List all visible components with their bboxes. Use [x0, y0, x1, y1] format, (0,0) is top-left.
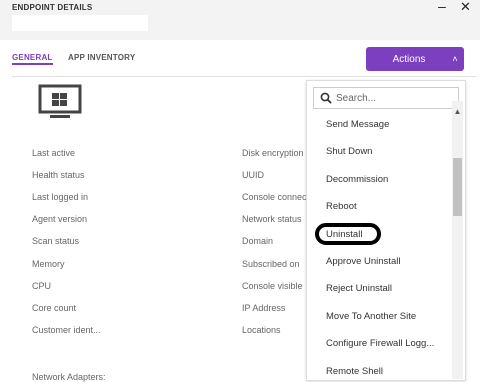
detail-label-last-active: Last active [32, 148, 76, 158]
menu-item-remote-shell[interactable]: Remote Shell [307, 358, 453, 380]
detail-label-agent-version: Agent version [32, 214, 88, 224]
tab-app-inventory[interactable]: APP INVENTORY [68, 53, 135, 62]
detail-label-disk-encryption: Disk encryption [242, 148, 304, 158]
highlight-ring [315, 222, 381, 245]
tab-divider [12, 76, 476, 77]
detail-label-subscribed-on: Subscribed on [242, 259, 300, 269]
detail-label-last-logged-in: Last logged in [32, 192, 89, 202]
menu-scrollbar[interactable]: ▲ [452, 101, 463, 379]
close-button[interactable]: ✕ [460, 0, 471, 14]
dialog-title: ENDPOINT DETAILS [12, 3, 93, 12]
menu-item-approve-uninstall[interactable]: Approve Uninstall [307, 248, 453, 275]
menu-item-reject-uninstall[interactable]: Reject Uninstall [307, 275, 453, 302]
actions-dropdown-menu: Send Message Shut Down Decommission Rebo… [306, 80, 466, 381]
actions-button[interactable]: Actions ˄ [366, 47, 464, 71]
detail-label-scan-status: Scan status [32, 236, 80, 246]
menu-item-decommission[interactable]: Decommission [307, 166, 453, 193]
detail-label-domain: Domain [242, 236, 274, 246]
scroll-up-icon[interactable]: ▲ [452, 107, 463, 116]
detail-label-locations: Locations [242, 325, 281, 335]
detail-label-ip-address: IP Address [242, 303, 286, 313]
menu-item-move-to-another-site[interactable]: Move To Another Site [307, 303, 453, 330]
endpoint-name-field [12, 15, 148, 31]
scrollbar-thumb[interactable] [453, 158, 462, 216]
dialog-header: ENDPOINT DETAILS – ✕ [0, 0, 480, 40]
minimize-button[interactable]: – [438, 0, 446, 13]
detail-label-console-visible: Console visible [242, 281, 303, 291]
network-adapters-label: Network Adapters: [32, 372, 106, 382]
detail-label-uuid: UUID [242, 170, 264, 180]
detail-label-customer-identifier: Customer ident... [32, 325, 101, 335]
detail-label-health-status: Health status [32, 170, 85, 180]
menu-item-reboot[interactable]: Reboot [307, 193, 453, 220]
menu-search-input[interactable] [336, 92, 446, 104]
menu-item-configure-firewall-logging[interactable]: Configure Firewall Logg... [307, 330, 453, 357]
menu-item-uninstall[interactable]: Uninstall [307, 221, 453, 248]
detail-label-core-count: Core count [32, 303, 77, 313]
detail-label-memory: Memory [32, 259, 65, 269]
menu-items-list: Send Message Shut Down Decommission Rebo… [307, 111, 453, 380]
chevron-up-icon: ˄ [452, 54, 458, 64]
detail-label-cpu: CPU [32, 281, 52, 291]
detail-label-network-status: Network status [242, 214, 302, 224]
menu-item-shut-down[interactable]: Shut Down [307, 138, 453, 165]
menu-item-send-message[interactable]: Send Message [307, 111, 453, 138]
actions-button-label: Actions [392, 53, 426, 65]
detail-label-console-connection: Console connec [242, 192, 307, 202]
windows-monitor-icon [38, 84, 82, 118]
menu-search-box [313, 87, 459, 109]
search-icon [320, 92, 332, 104]
tab-general[interactable]: GENERAL [12, 53, 53, 65]
